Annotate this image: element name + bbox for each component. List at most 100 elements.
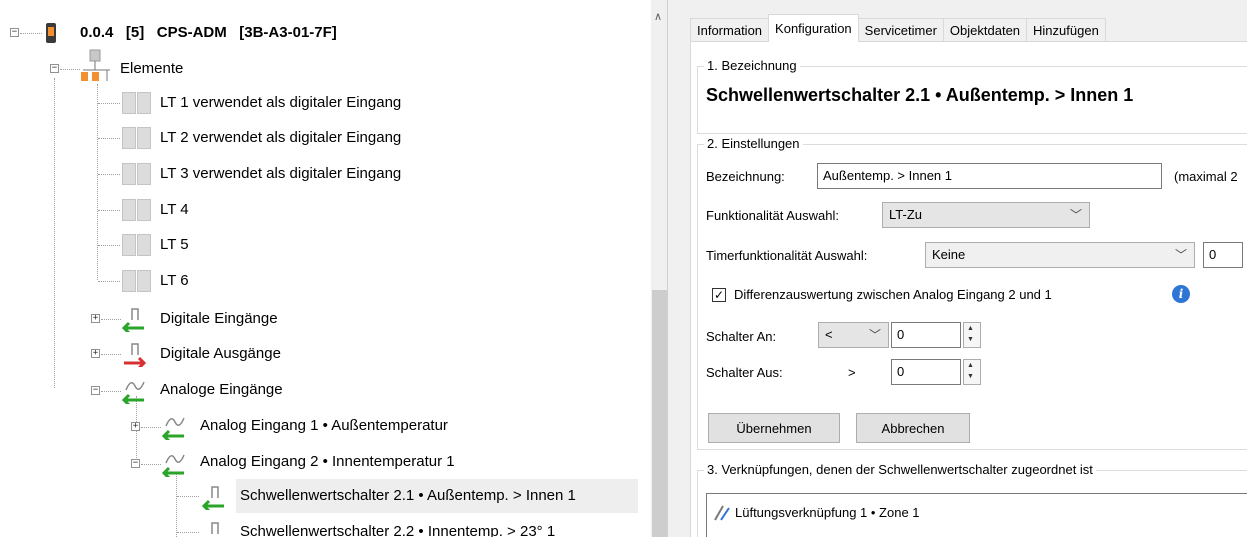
tree-item-digitale-ausgaenge[interactable]: Digitale Ausgänge [160,345,281,362]
cancel-button[interactable]: Abbrechen [856,413,970,443]
link-icon [714,505,730,521]
funktion-select[interactable]: LT-Zu ﹀ [882,202,1090,228]
spin-up-icon[interactable]: ▲ [967,325,974,332]
scroll-up-icon[interactable]: ∧ [654,10,662,23]
tree-item-analog-eingang-1[interactable]: Analog Eingang 1 • Außentemperatur [200,417,448,434]
analog-input-icon [162,417,185,440]
schalter-an-label: Schalter An: [706,329,777,344]
properties-panel: Information Konfiguration Servicetimer O… [684,0,1247,537]
network-icon [81,49,110,81]
tab-konfiguration[interactable]: Konfiguration [768,14,859,42]
tree-line [54,78,55,388]
tree-line [20,33,42,34]
tab-information[interactable]: Information [690,18,770,42]
apply-button[interactable]: Übernehmen [708,413,840,443]
analog-input-icon [162,454,185,477]
tree-item-schwellenwertschalter-2-1[interactable]: Schwellenwertschalter 2.1 • Außentemp. >… [240,487,576,504]
spin-up-icon[interactable]: ▲ [967,362,974,369]
lt-icon [122,163,152,185]
tree-item-schwellenwertschalter-2-2[interactable]: Schwellenwertschalter 2.2 • Innentemp. >… [240,523,555,537]
tab-objektdaten[interactable]: Objektdaten [942,18,1028,42]
info-icon[interactable]: i [1172,285,1190,303]
tree-line [97,84,98,280]
tree-line [98,138,120,139]
timer-select[interactable]: Keine ﹀ [925,242,1195,268]
chevron-down-icon: ﹀ [1069,208,1082,222]
tree-root-label[interactable]: 0.0.4 [5] CPS-ADM [3B-A3-01-7F] [80,24,337,41]
lt-icon [122,270,152,292]
verknuepfungen-list[interactable]: Lüftungsverknüpfung 1 • Zone 1 [706,493,1247,537]
tree-line [177,532,199,533]
element-heading: Schwellenwertschalter 2.1 • Außentemp. >… [706,85,1134,105]
tab-page-konfiguration: 1. Bezeichnung Schwellenwertschalter 2.1… [690,41,1247,537]
tab-servicetimer[interactable]: Servicetimer [857,18,944,42]
tree-line [141,464,161,465]
max-length-note: (maximal 2 [1174,169,1238,184]
schalter-an-spinner[interactable]: ▲ ▼ [963,322,981,348]
schalter-an-operator-select[interactable]: < ﹀ [818,322,889,348]
lt-icon [122,127,152,149]
tree-item-lt6[interactable]: LT 6 [160,272,189,289]
tree-line [98,103,120,104]
collapse-toggle[interactable]: − [131,459,140,468]
collapse-toggle[interactable]: − [91,386,100,395]
schalter-aus-operator: > [848,365,856,380]
lt-icon [122,234,152,256]
schalter-aus-spinner[interactable]: ▲ ▼ [963,359,981,385]
timer-select-value: Keine [932,247,966,262]
bezeichnung-input[interactable]: Außentemp. > Innen 1 [817,163,1162,189]
group-title: 2. Einstellungen [704,136,803,151]
tree-item-lt1[interactable]: LT 1 verwendet als digitaler Eingang [160,94,401,111]
tree-line [101,354,121,355]
tree-item-digitale-eingaenge[interactable]: Digitale Eingänge [160,310,278,327]
device-icon [46,23,56,43]
funktion-select-value: LT-Zu [889,207,922,222]
spin-down-icon[interactable]: ▼ [967,336,974,343]
tab-bar: Information Konfiguration Servicetimer O… [690,14,1106,42]
tab-hinzufuegen[interactable]: Hinzufügen [1026,18,1106,42]
digital-output-icon [124,343,147,367]
expand-toggle[interactable]: + [91,349,100,358]
expand-toggle[interactable]: + [131,422,140,431]
digital-input-icon [122,308,144,332]
expand-toggle[interactable]: + [91,314,100,323]
tree-item-lt3[interactable]: LT 3 verwendet als digitaler Eingang [160,165,401,182]
schalter-aus-input[interactable]: 0 [891,359,961,385]
group-bezeichnung: 1. Bezeichnung Schwellenwertschalter 2.1… [697,58,1247,134]
diff-label[interactable]: Differenzauswertung zwischen Analog Eing… [734,287,1052,302]
timer-number-input[interactable]: 0 [1203,242,1243,268]
tree-line [98,174,120,175]
tree-item-lt5[interactable]: LT 5 [160,236,189,253]
threshold-switch-icon [202,486,224,510]
schalter-an-operator-value: < [825,327,833,342]
timer-label: Timerfunktionalität Auswahl: [706,248,868,263]
tree-item-elemente[interactable]: Elemente [120,60,183,77]
scrollbar-thumb[interactable] [652,290,667,537]
tree-item-lt4[interactable]: LT 4 [160,201,189,218]
list-item[interactable]: Lüftungsverknüpfung 1 • Zone 1 [735,505,920,520]
diff-checkbox[interactable]: ✓ [712,288,726,302]
tree-item-analog-eingang-2[interactable]: Analog Eingang 2 • Innentemperatur 1 [200,453,455,470]
group-verknuepfungen: 3. Verknüpfungen, denen der Schwellenwer… [697,462,1247,537]
tree-scrollbar[interactable]: ∧ [651,0,667,537]
schalter-aus-label: Schalter Aus: [706,365,783,380]
spin-down-icon[interactable]: ▼ [967,373,974,380]
collapse-toggle[interactable]: − [50,64,59,73]
tree-view[interactable]: − 0.0.4 [5] CPS-ADM [3B-A3-01-7F] − Elem… [0,0,668,537]
chevron-down-icon: ﹀ [1174,248,1187,262]
collapse-toggle[interactable]: − [10,28,19,37]
tree-line [98,245,120,246]
lt-icon [122,199,152,221]
group-title: 3. Verknüpfungen, denen der Schwellenwer… [704,462,1096,477]
schalter-an-input[interactable]: 0 [891,322,961,348]
tree-item-lt2[interactable]: LT 2 verwendet als digitaler Eingang [160,129,401,146]
funktion-label: Funktionalität Auswahl: [706,208,839,223]
tree-item-analoge-eingaenge[interactable]: Analoge Eingänge [160,381,283,398]
tree-line [177,496,199,497]
tree-line [60,69,80,70]
chevron-down-icon: ﹀ [868,328,881,342]
analog-input-icon [122,381,145,404]
threshold-switch-icon [211,522,219,534]
group-title: 1. Bezeichnung [704,58,800,73]
tree-line [98,210,120,211]
